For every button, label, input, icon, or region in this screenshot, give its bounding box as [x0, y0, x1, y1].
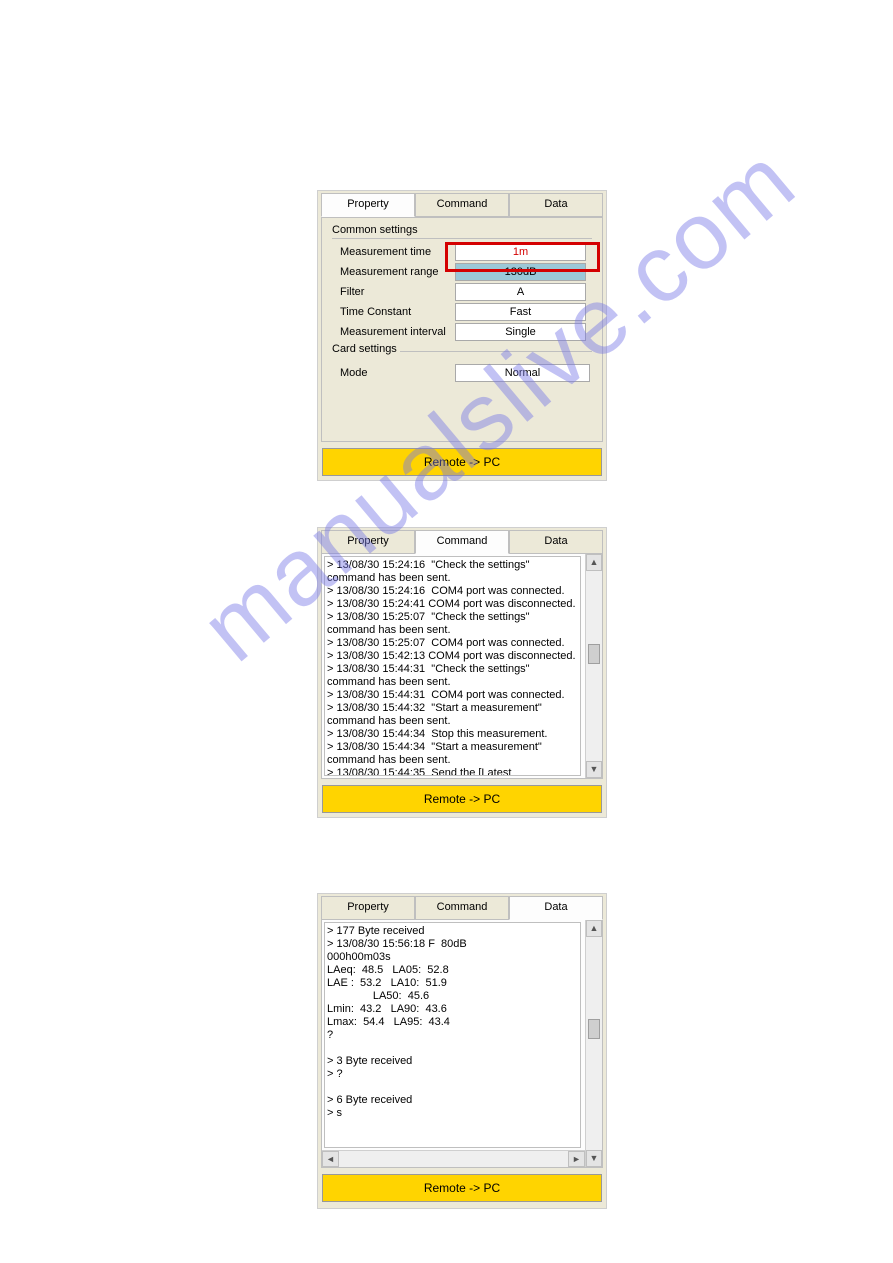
settings-panel-data: Property Command Data > 177 Byte receive…: [317, 893, 607, 1209]
value-filter[interactable]: A: [455, 283, 586, 301]
tab-strip: Property Command Data: [321, 896, 603, 920]
settings-panel-property: Property Command Data Common settings Me…: [317, 190, 607, 481]
remote-to-pc-button[interactable]: Remote -> PC: [322, 1174, 602, 1202]
scroll-left-icon[interactable]: ◄: [322, 1151, 339, 1167]
row-filter: Filter A: [332, 283, 592, 303]
value-time-constant[interactable]: Fast: [455, 303, 586, 321]
label-measurement-range: Measurement range: [340, 266, 455, 278]
data-tab-body: > 177 Byte received > 13/08/30 15:56:18 …: [321, 920, 603, 1168]
data-log[interactable]: > 177 Byte received > 13/08/30 15:56:18 …: [324, 922, 581, 1148]
remote-to-pc-button[interactable]: Remote -> PC: [322, 785, 602, 813]
scroll-up-icon[interactable]: ▲: [586, 920, 602, 937]
common-settings-title: Common settings: [328, 222, 596, 238]
scroll-down-icon[interactable]: ▼: [586, 761, 602, 778]
tab-data[interactable]: Data: [509, 193, 603, 217]
row-time-constant: Time Constant Fast: [332, 303, 592, 323]
row-measurement-range: Measurement range 130dB: [332, 263, 592, 283]
label-filter: Filter: [340, 286, 455, 298]
scroll-thumb[interactable]: [588, 1019, 600, 1039]
tab-command[interactable]: Command: [415, 896, 509, 920]
value-measurement-interval[interactable]: Single: [455, 323, 586, 341]
common-settings-group: Measurement time 1m Measurement range 13…: [332, 238, 592, 343]
vertical-scrollbar[interactable]: ▲ ▼: [585, 554, 602, 778]
scroll-thumb[interactable]: [588, 644, 600, 664]
scroll-down-icon[interactable]: ▼: [586, 1150, 602, 1167]
label-time-constant: Time Constant: [340, 306, 455, 318]
settings-panel-command: Property Command Data > 13/08/30 15:24:1…: [317, 527, 607, 818]
tab-data[interactable]: Data: [509, 896, 603, 920]
row-measurement-time: Measurement time 1m: [332, 243, 592, 263]
label-measurement-interval: Measurement interval: [340, 326, 455, 338]
value-mode[interactable]: Normal: [455, 364, 590, 382]
label-measurement-time: Measurement time: [340, 246, 455, 258]
scroll-right-icon[interactable]: ►: [568, 1151, 585, 1167]
tab-data[interactable]: Data: [509, 530, 603, 554]
vertical-scrollbar[interactable]: ▲ ▼: [585, 920, 602, 1167]
row-measurement-interval: Measurement interval Single: [332, 323, 592, 343]
value-measurement-range[interactable]: 130dB: [455, 263, 586, 281]
horizontal-scrollbar[interactable]: ◄ ►: [322, 1150, 585, 1167]
row-mode: Mode Normal: [328, 364, 596, 384]
tab-property[interactable]: Property: [321, 530, 415, 554]
scroll-up-icon[interactable]: ▲: [586, 554, 602, 571]
remote-to-pc-button[interactable]: Remote -> PC: [322, 448, 602, 476]
value-measurement-time[interactable]: 1m: [455, 243, 586, 261]
tab-property[interactable]: Property: [321, 896, 415, 920]
tab-command[interactable]: Command: [415, 530, 509, 554]
tab-strip: Property Command Data: [321, 193, 603, 217]
tab-property[interactable]: Property: [321, 193, 415, 217]
tab-strip: Property Command Data: [321, 530, 603, 554]
property-tab-body: Common settings Measurement time 1m Meas…: [321, 217, 603, 442]
tab-command[interactable]: Command: [415, 193, 509, 217]
card-settings-header: Card settings: [332, 351, 592, 364]
command-log[interactable]: > 13/08/30 15:24:16 "Check the settings"…: [324, 556, 581, 776]
card-settings-title: Card settings: [332, 343, 400, 355]
label-mode: Mode: [340, 367, 455, 379]
command-tab-body: > 13/08/30 15:24:16 "Check the settings"…: [321, 554, 603, 779]
